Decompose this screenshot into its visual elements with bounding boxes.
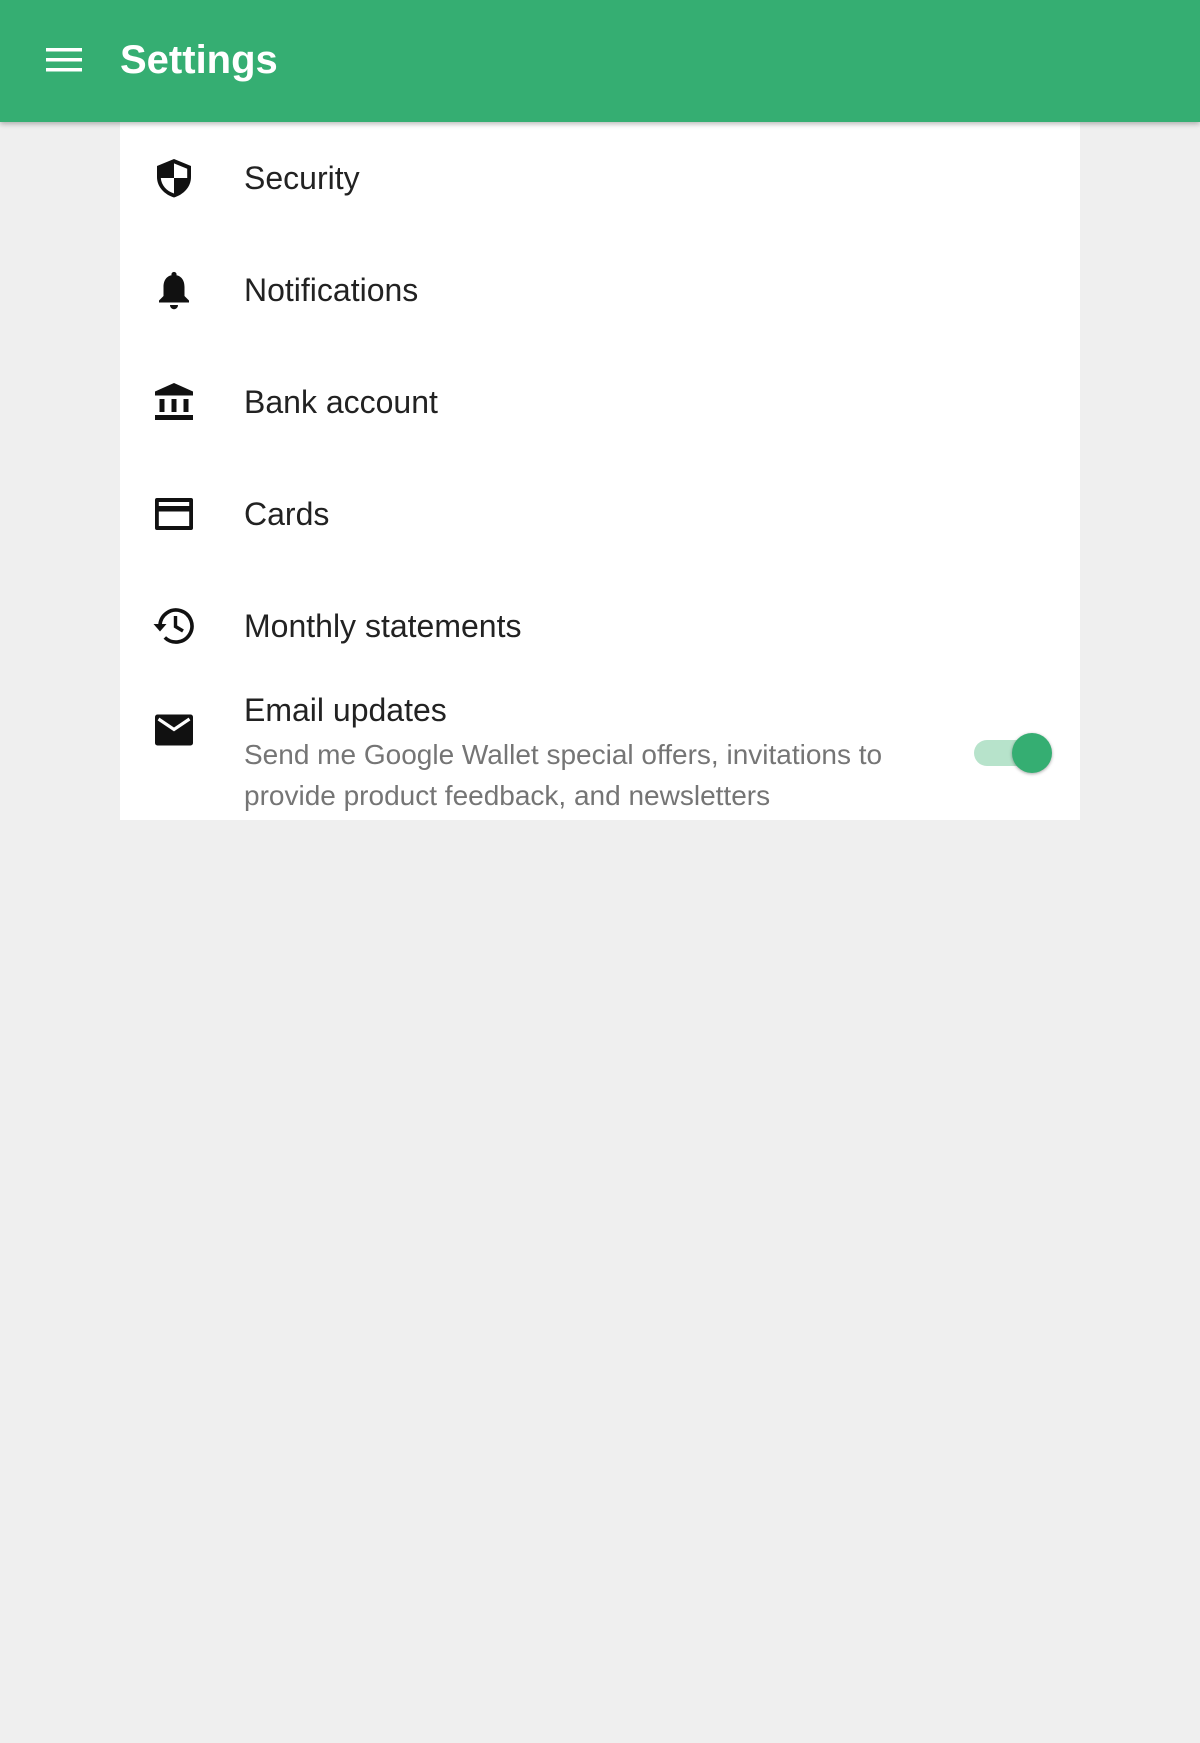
toggle-thumb [1012,733,1052,773]
email-updates-title: Email updates [244,692,447,728]
settings-item-label: Monthly statements [244,608,522,644]
bank-icon [152,380,196,424]
shield-icon [152,156,196,200]
email-updates-toggle[interactable] [972,730,1054,774]
settings-item-monthly-statements[interactable]: Monthly statements [120,570,1080,682]
page-title: Settings [120,38,278,82]
settings-item-bank-account[interactable]: Bank account [120,346,1080,458]
settings-item-label: Notifications [244,272,419,308]
settings-item-label: Bank account [244,384,438,420]
menu-button[interactable] [30,31,98,91]
app-bar: Settings [0,0,1200,122]
credit-card-icon [152,492,196,536]
settings-item-label: Cards [244,496,330,532]
settings-item-label: Security [244,160,360,196]
settings-item-security[interactable]: Security [120,122,1080,234]
history-icon [152,604,196,648]
settings-item-cards[interactable]: Cards [120,458,1080,570]
email-icon [152,708,196,752]
settings-list: Security Notifications Bank account Card… [120,122,1080,820]
menu-icon [46,48,82,72]
settings-item-notifications[interactable]: Notifications [120,234,1080,346]
bell-icon [152,268,196,312]
email-updates-description: Send me Google Wallet special offers, in… [244,739,883,811]
